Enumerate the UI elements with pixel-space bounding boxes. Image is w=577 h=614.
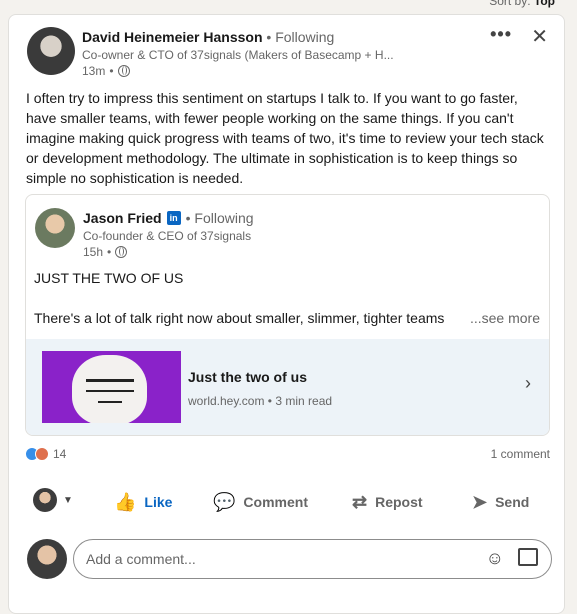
repost-label: Repost <box>375 494 423 510</box>
article-meta: world.hey.com • 3 min read <box>188 394 333 408</box>
author-name[interactable]: David Heinemeier Hansson <box>82 29 263 45</box>
close-icon[interactable]: ✕ <box>531 24 548 49</box>
sort-label: Sort by: <box>489 0 531 8</box>
quoted-post-time: 15h • <box>83 245 128 259</box>
see-more-link[interactable]: ...see more <box>465 310 540 326</box>
quoted-author-headline: Co-founder & CEO of 37signals <box>83 229 252 243</box>
speech-bubble-icon: 💬 <box>213 491 236 512</box>
sort-value: Top <box>533 0 555 8</box>
chevron-right-icon[interactable]: › <box>525 373 531 394</box>
quoted-title: JUST THE TWO OF US <box>34 270 184 286</box>
linkedin-badge-icon: in <box>166 211 181 225</box>
repost-button[interactable]: ⇄ Repost <box>352 482 423 522</box>
quoted-post[interactable]: Jason Fried in • Following Co-founder & … <box>25 194 550 436</box>
love-reaction-icon <box>35 447 49 461</box>
quoted-author-line: Jason Fried in • Following <box>83 210 254 226</box>
send-button[interactable]: ➤ Send <box>472 482 529 522</box>
globe-icon <box>115 246 128 258</box>
feed-post: David Heinemeier Hansson • Following Co-… <box>8 14 565 614</box>
post-time-label: 13m <box>82 64 106 78</box>
commenter-avatar <box>27 539 67 579</box>
post-text: I often try to impress this sentiment on… <box>26 90 544 186</box>
post-time: 13m • <box>82 64 130 78</box>
article-link-card[interactable]: Just the two of us world.hey.com • 3 min… <box>26 339 549 435</box>
emoji-icon[interactable]: ☺ <box>486 548 504 569</box>
author-avatar[interactable] <box>27 27 75 75</box>
globe-icon <box>117 65 130 77</box>
article-thumbnail <box>42 351 181 423</box>
quoted-follow-label: Following <box>194 210 254 226</box>
more-options-icon[interactable]: ••• <box>490 24 512 45</box>
like-label: Like <box>144 494 173 510</box>
comment-button[interactable]: 💬 Comment <box>213 482 308 522</box>
paper-plane-icon: ➤ <box>472 491 488 512</box>
sort-control[interactable]: Sort by: Top <box>489 0 555 8</box>
repost-icon: ⇄ <box>352 491 368 512</box>
follow-status-label: Following <box>275 29 335 45</box>
social-counts: 14 1 comment <box>25 446 550 464</box>
reaction-summary[interactable]: 14 <box>25 447 66 461</box>
article-title: Just the two of us <box>188 369 307 385</box>
quoted-excerpt: There's a lot of talk right now about sm… <box>34 310 445 326</box>
comment-count[interactable]: 1 comment <box>491 447 550 461</box>
comment-input[interactable] <box>73 539 552 579</box>
quoted-author-avatar[interactable] <box>35 208 75 248</box>
send-label: Send <box>495 494 530 510</box>
author-line: David Heinemeier Hansson • Following <box>82 29 334 45</box>
quoted-follow-status: • Following <box>185 210 254 226</box>
reaction-count: 14 <box>53 447 67 461</box>
follow-status: • Following <box>266 29 335 45</box>
comment-composer: ☺ <box>27 539 552 579</box>
comment-label: Comment <box>243 494 308 510</box>
quoted-author-name[interactable]: Jason Fried <box>83 210 162 226</box>
thumbs-up-icon: 👍 <box>114 491 137 512</box>
quoted-time-label: 15h <box>83 245 104 259</box>
like-button[interactable]: 👍 Like <box>114 482 172 522</box>
author-headline: Co-owner & CTO of 37signals (Makers of B… <box>82 48 394 62</box>
action-bar: 👍 Like 💬 Comment ⇄ Repost ➤ Send <box>9 482 564 522</box>
image-icon[interactable] <box>518 548 538 566</box>
